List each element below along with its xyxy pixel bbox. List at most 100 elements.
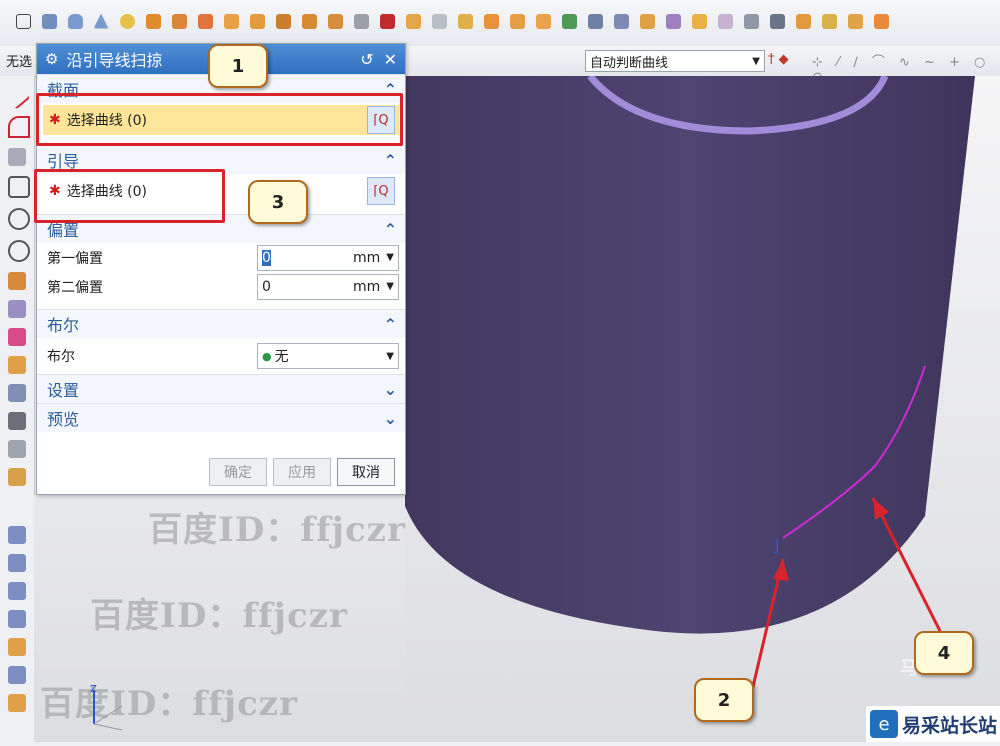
spring-icon[interactable] [428,10,450,32]
cone-icon[interactable] [90,10,112,32]
snap-icon[interactable]: † ◆ [768,52,789,67]
slot-icon[interactable] [298,10,320,32]
sketch-icon[interactable] [12,10,34,32]
second-offset-label: 第二偏置 [47,279,103,296]
boolean-row: 布尔 ● 无 ▼ [37,338,405,374]
polygon-icon[interactable] [8,176,30,198]
pocket-icon[interactable] [246,10,268,32]
shell-icon[interactable] [454,10,476,32]
filter-label[interactable]: 无选 [6,51,32,70]
callout-2: 2 [694,678,754,722]
highlight-guide-select [34,169,225,223]
line-icon[interactable] [3,82,31,110]
curve-rule-select[interactable]: 自动判断曲线 ▼ [585,50,765,72]
ext-surface-icon[interactable] [8,694,26,712]
ok-button[interactable]: 确定 [209,458,267,486]
watermark-1: 百度ID：ffjczr [148,510,406,550]
hole-icon[interactable] [194,10,216,32]
left-toolbar [0,76,35,742]
through-curves-icon[interactable] [8,554,26,572]
tube-icon[interactable] [8,666,26,684]
ellipse-icon[interactable] [8,240,30,262]
brand-logo: e [870,710,898,738]
cube-icon[interactable] [766,10,788,32]
chevron-down-icon: ▼ [752,55,760,67]
face-icon[interactable] [714,10,736,32]
project-icon[interactable] [8,384,26,402]
boolean-value: 无 [274,349,289,365]
second-offset-field[interactable]: 0 mm ▼ [257,273,399,300]
block-icon[interactable] [38,10,60,32]
svg-text:Z: Z [90,684,97,695]
split-icon[interactable] [636,10,658,32]
chamfer-icon[interactable] [480,10,502,32]
main-toolbar [0,0,1000,47]
studio-icon[interactable] [8,638,26,656]
settings-group-title: 设置 [47,381,80,400]
ruled-icon[interactable] [8,526,26,544]
cancel-button[interactable]: 取消 [337,458,395,486]
intersect-icon[interactable] [8,412,26,430]
trim-icon[interactable] [610,10,632,32]
draft-icon[interactable] [688,10,710,32]
first-offset-value[interactable]: 0 [262,249,271,266]
preview-group-title: 预览 [47,410,80,429]
shape-icon[interactable] [792,10,814,32]
section-curve-icon[interactable] [8,356,26,374]
extract-icon[interactable] [8,440,26,458]
preview-group-header[interactable]: 预览 ⌄ [37,403,405,432]
surface-icon[interactable] [8,300,26,318]
blend-icon[interactable] [506,10,528,32]
mesh-icon[interactable] [8,582,26,600]
chevron-down-icon[interactable]: ▼ [386,281,394,292]
boss-icon[interactable] [220,10,242,32]
circle-icon[interactable] [8,208,30,230]
gear-icon[interactable]: ⚙ [45,50,58,68]
chevron-down-icon: ⌄ [383,408,397,428]
extrude-icon[interactable] [142,10,164,32]
graphics-viewport[interactable]: J 马会 [405,73,1000,742]
plug-icon[interactable] [870,10,892,32]
chevron-down-icon[interactable]: ▼ [386,351,394,362]
groove-icon[interactable] [324,10,346,32]
cylinder-model: J 马会 [405,73,975,692]
swept-icon[interactable] [8,610,26,628]
watermark-2: 百度ID：ffjczr [90,596,348,636]
chevron-up-icon: ⌃ [383,219,397,239]
settings-group-header[interactable]: 设置 ⌄ [37,374,405,403]
curve-select-icon[interactable]: ⌈Q [367,177,395,205]
knife-icon[interactable] [818,10,840,32]
offset-icon[interactable] [662,10,684,32]
first-offset-field[interactable]: 0 mm ▼ [257,244,399,271]
sphere-icon[interactable] [116,10,138,32]
second-offset-unit: mm [353,278,381,295]
revolve-icon[interactable] [168,10,190,32]
helix-icon[interactable] [8,272,26,290]
folder-icon[interactable] [844,10,866,32]
boolean-none-icon: ● [262,349,272,363]
pattern-icon[interactable] [532,10,554,32]
second-offset-value[interactable]: 0 [262,279,353,295]
mirror-icon[interactable] [558,10,580,32]
union-icon[interactable] [402,10,424,32]
chevron-up-icon: ⌃ [383,314,397,334]
reset-icon[interactable]: ↺ [360,50,373,69]
arc-icon[interactable] [8,116,30,138]
bridge-icon[interactable] [8,328,26,346]
wrap-icon[interactable] [8,468,26,486]
chevron-down-icon[interactable]: ▼ [386,252,394,263]
cylinder-icon[interactable] [64,10,86,32]
book-icon[interactable] [584,10,606,32]
highlight-section-select [36,93,403,146]
callout-4: 4 [914,631,974,675]
first-offset-row: 第一偏置 0 mm ▼ [37,243,405,272]
thread-icon[interactable] [350,10,372,32]
box-icon[interactable] [740,10,762,32]
close-icon[interactable]: ✕ [384,50,397,69]
apply-button[interactable]: 应用 [273,458,331,486]
spline-icon[interactable] [8,148,26,166]
boolean-select[interactable]: ● 无 ▼ [257,343,399,369]
sweep-icon[interactable] [376,10,398,32]
boolean-group-header[interactable]: 布尔 ⌃ [37,309,405,338]
pad-icon[interactable] [272,10,294,32]
